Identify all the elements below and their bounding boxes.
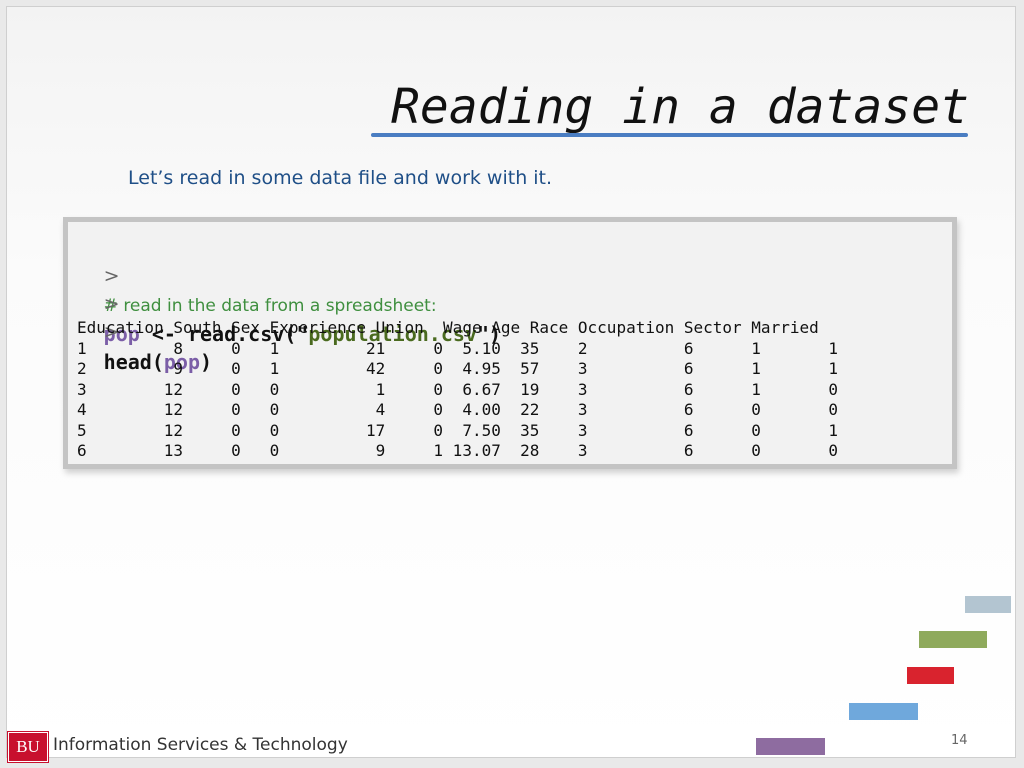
- page-number: 14: [951, 733, 968, 748]
- decor-bar: [756, 738, 825, 755]
- console-prompt: >: [103, 293, 120, 315]
- decor-bar: [965, 596, 1011, 613]
- footer-org-name: Information Services & Technology: [53, 735, 348, 755]
- console-prompt: >: [103, 265, 120, 287]
- decor-bar: [907, 667, 954, 684]
- output-row: 4 12 0 0 4 0 4.00 22 3 6 0 0: [77, 400, 838, 419]
- code-line-1: > # read in the data from a spreadsheet:: [77, 234, 952, 316]
- slide: Reading in a dataset Let’s read in some …: [6, 6, 1016, 758]
- slide-title: Reading in a dataset: [391, 79, 969, 135]
- decor-bar: [849, 703, 918, 720]
- title-underline: [371, 133, 968, 137]
- output-row: 6 13 0 0 9 1 13.07 28 3 6 0 0: [77, 441, 838, 460]
- output-header: Education South Sex Experience Union Wag…: [77, 318, 819, 337]
- output-row: 2 9 0 1 42 0 4.95 57 3 6 1 1: [77, 359, 838, 378]
- code-line-2: > pop <- read.csv("population.csv"): [77, 262, 952, 346]
- output-row: 5 12 0 0 17 0 7.50 35 3 6 0 1: [77, 420, 838, 440]
- output-row: 3 12 0 0 1 0 6.67 19 3 6 1 0: [77, 379, 838, 399]
- output-row: 1 8 0 1 21 0 5.10 35 2 6 1 1: [77, 338, 838, 358]
- code-comment: # read in the data from a spreadsheet:: [103, 296, 437, 316]
- decor-bar: [919, 631, 987, 648]
- bu-logo: BU: [7, 731, 49, 763]
- code-console: > # read in the data from a spreadsheet:…: [63, 217, 957, 469]
- slide-subtitle: Let’s read in some data file and work wi…: [128, 167, 553, 189]
